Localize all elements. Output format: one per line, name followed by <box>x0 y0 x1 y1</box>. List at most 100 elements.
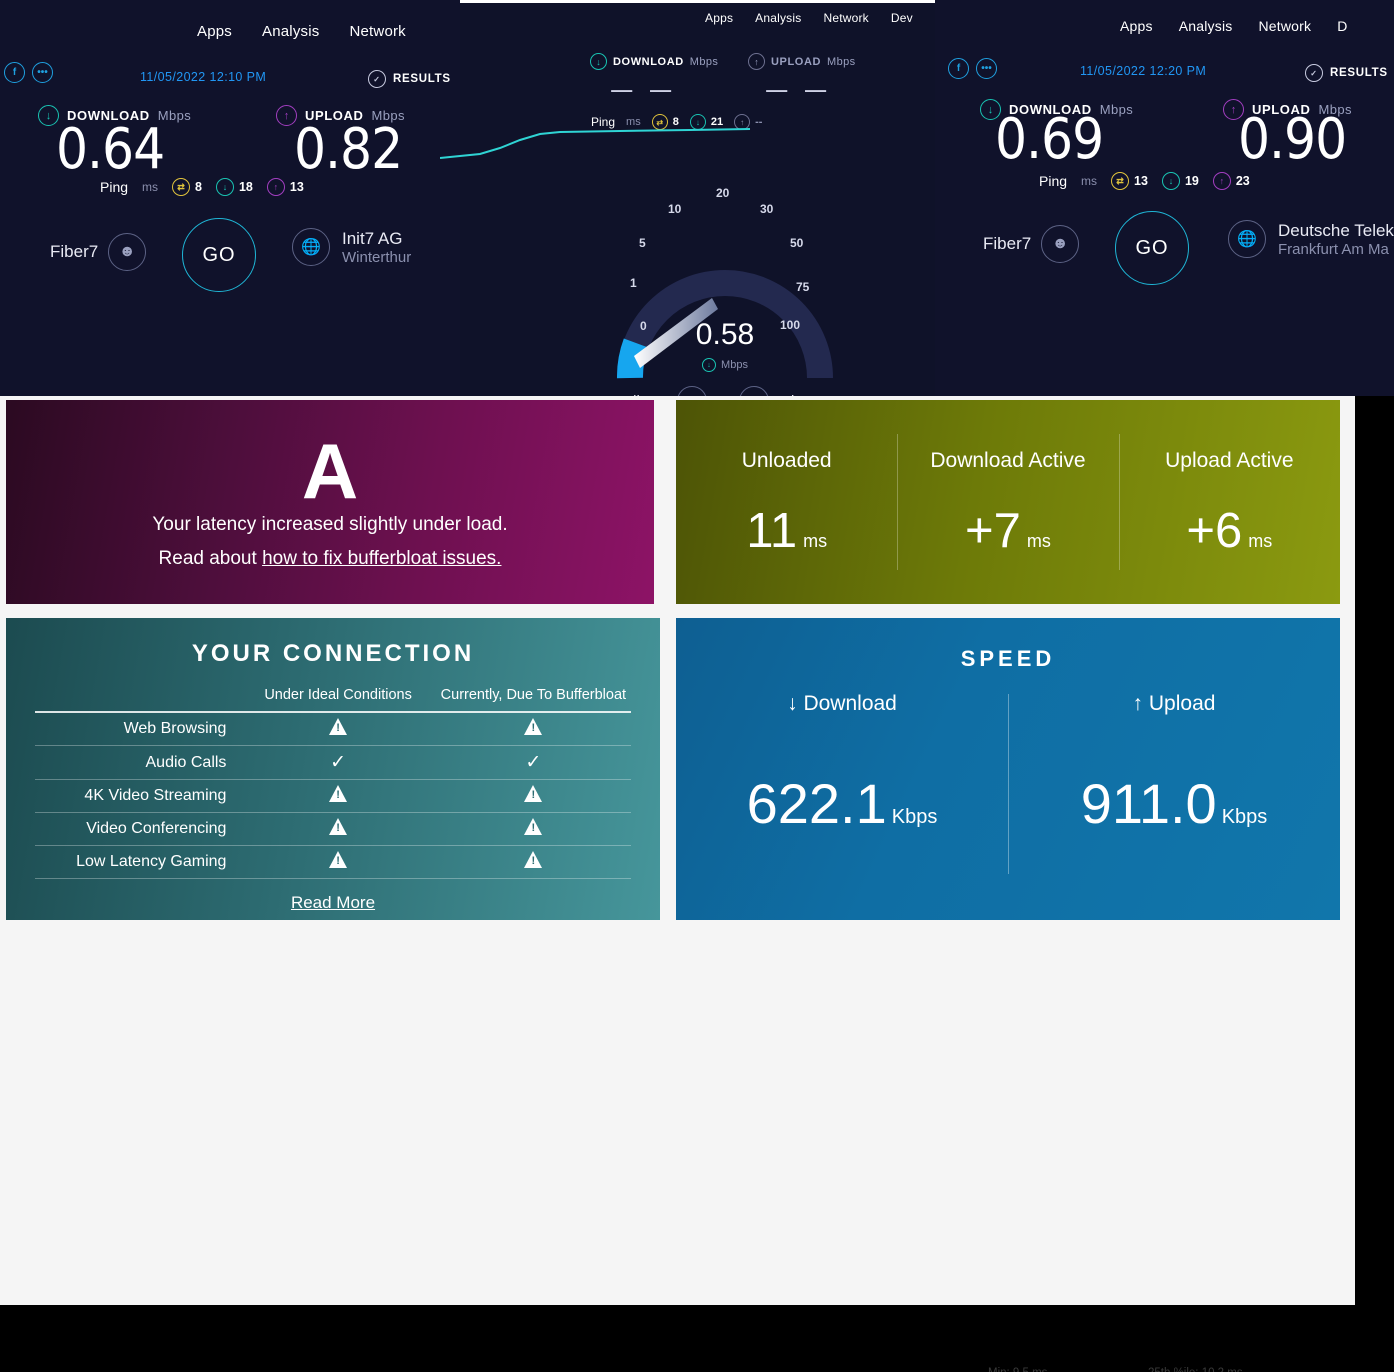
globe-icon: 🌐 <box>292 228 330 266</box>
read-more-link[interactable]: Read More <box>6 893 660 913</box>
speed-gauge: 0 1 5 10 20 30 50 75 100 <box>600 178 850 388</box>
latency-stats-right: 25th %ile: 10.2 ms75th %ile: 11 ms95th %… <box>1148 1364 1243 1372</box>
nav-left[interactable]: Apps Analysis Network <box>197 23 406 40</box>
nav-item-apps[interactable]: Apps <box>197 23 232 40</box>
connection-table-header-ideal: Under Ideal Conditions <box>264 687 412 703</box>
facebook-icon[interactable]: f <box>4 62 25 83</box>
table-row: Audio Calls ✓ ✓ <box>35 745 631 780</box>
download-label-middle: DOWNLOAD <box>613 55 684 68</box>
your-connection-card: YOUR CONNECTION Under Ideal Conditions C… <box>6 618 660 920</box>
nav-item-analysis-right[interactable]: Analysis <box>1179 18 1233 34</box>
server-block-left[interactable]: 🌐 Init7 AG Winterthur <box>292 228 411 266</box>
latency-col-upload: Upload Active +6 ms <box>1118 400 1340 604</box>
ping-download-right: ↓ 19 <box>1161 172 1199 190</box>
gauge-tick-10: 10 <box>668 202 682 216</box>
speedtest-window-right: Apps Analysis Network D f ••• 11/05/2022… <box>935 0 1394 396</box>
download-value-right: 0.69 <box>995 107 1104 172</box>
ping-unit-right: ms <box>1081 174 1098 188</box>
nav-item-analysis-middle[interactable]: Analysis <box>755 11 801 25</box>
gauge-unit-row: ↓ Mbps <box>600 358 850 372</box>
ping-idle-right: ⇄ 13 <box>1111 172 1148 190</box>
speed-col-download: ↓ Download 622.1 Kbps <box>676 692 1008 904</box>
ping-idle-left: ⇄ 8 <box>172 178 202 196</box>
user-icon-middle <box>676 386 707 396</box>
gauge-tick-20: 20 <box>716 186 730 200</box>
nav-item-network[interactable]: Network <box>349 23 405 40</box>
ping-download-left: ↓ 18 <box>215 178 253 196</box>
nav-item-dev-middle[interactable]: Dev <box>891 11 913 25</box>
ping-upload-left: ↑ 13 <box>266 178 304 196</box>
server-name-right: Deutsche Telek <box>1278 220 1394 240</box>
nav-item-network-middle[interactable]: Network <box>823 11 868 25</box>
bufferbloat-help-link[interactable]: how to fix bufferbloat issues. <box>262 548 501 569</box>
test-date-left: 11/05/2022 12:10 PM <box>140 70 267 84</box>
speed-card-title: SPEED <box>960 646 1056 671</box>
nav-item-apps-middle[interactable]: Apps <box>705 11 733 25</box>
more-options-icon[interactable]: ••• <box>32 62 53 83</box>
check-icon: ✓ <box>330 752 347 773</box>
results-button-right[interactable]: ✓ RESULTS <box>1305 64 1388 82</box>
isp-name-left: Fiber7 <box>50 242 99 261</box>
read-about-prefix: Read about <box>158 548 263 570</box>
latency-col-unloaded-label: Unloaded <box>741 448 832 472</box>
speed-download-label: ↓ Download <box>787 692 897 715</box>
nav-right[interactable]: Apps Analysis Network D <box>1120 18 1348 34</box>
more-options-icon-right[interactable]: ••• <box>976 58 997 79</box>
connection-row-label: Audio Calls <box>35 745 241 780</box>
idle-latency-icon-right: ⇄ <box>1111 172 1130 190</box>
bufferbloat-grade-card: A Your latency increased slightly under … <box>6 400 654 604</box>
nav-middle[interactable]: Apps Analysis Network Dev <box>705 11 913 25</box>
go-button-right[interactable]: GO <box>1115 211 1189 285</box>
ping-label-right: Ping <box>1039 173 1068 189</box>
connection-row-label: Web Browsing <box>35 712 241 746</box>
download-value-left: 0.64 <box>56 117 165 182</box>
ping-row-right: Ping ms ⇄ 13 ↓ 19 ↑ 23 <box>1039 172 1250 190</box>
nav-item-network-right[interactable]: Network <box>1258 18 1311 34</box>
connection-row-ideal <box>240 712 436 746</box>
go-label-left: GO <box>202 243 236 266</box>
screenshot-root: Apps Analysis Network f ••• 11/05/2022 1… <box>0 0 1394 1372</box>
download-arrow-icon-middle: ↓ <box>590 53 607 70</box>
connection-table-header-current: Currently, Due To Bufferbloat <box>440 687 627 703</box>
results-label-right: RESULTS <box>1330 67 1388 79</box>
connection-row-ideal <box>240 779 436 813</box>
upload-header-middle: ↑ UPLOAD Mbps <box>748 53 856 70</box>
upload-latency-icon: ↑ <box>266 178 285 196</box>
social-icons-left[interactable]: f ••• <box>4 62 53 83</box>
speedtest-window-strip: Apps Analysis Network f ••• 11/05/2022 1… <box>0 0 1394 396</box>
ping-row-left: Ping ms ⇄ 8 ↓ 18 ↑ 13 <box>100 178 304 196</box>
server-block-right[interactable]: 🌐 Deutsche Telek Frankfurt Am Ma <box>1228 220 1394 258</box>
nav-item-analysis[interactable]: Analysis <box>262 23 319 40</box>
isp-block-right[interactable]: Fiber7 ☻ <box>983 225 1080 263</box>
latency-col-download: Download Active +7 ms <box>897 400 1118 604</box>
connection-row-label: Video Conferencing <box>35 812 241 846</box>
your-connection-title: YOUR CONNECTION <box>191 640 475 667</box>
gauge-tick-75: 75 <box>796 280 810 294</box>
warning-icon <box>328 718 348 735</box>
social-icons-right[interactable]: f ••• <box>948 58 997 79</box>
gauge-value: 0.58 <box>695 318 755 351</box>
speed-download-value: 622.1 Kbps <box>746 772 938 835</box>
gauge-tick-1: 1 <box>630 276 637 290</box>
upload-value-left: 0.82 <box>294 117 403 182</box>
upload-value-middle: — — <box>765 75 832 105</box>
latency-col-download-value: +7 ms <box>965 503 1051 558</box>
upload-value-right: 0.90 <box>1238 107 1347 172</box>
isp-block-left[interactable]: Fiber7 ☻ <box>50 233 147 271</box>
speed-col-upload: ↑ Upload 911.0 Kbps <box>1008 692 1340 904</box>
latency-sparkline <box>440 128 750 159</box>
nav-item-dev-right[interactable]: D <box>1337 18 1347 34</box>
latency-col-unloaded: Unloaded 11 ms <box>676 400 897 604</box>
gauge-tick-50: 50 <box>790 236 804 250</box>
results-button-left[interactable]: ✓ RESULTS <box>368 70 451 88</box>
globe-icon-middle <box>738 386 769 396</box>
globe-icon-right: 🌐 <box>1228 220 1266 258</box>
latency-col-upload-value: +6 ms <box>1186 503 1273 558</box>
facebook-icon-right[interactable]: f <box>948 58 969 79</box>
latency-row: UnloadedMin: 9.5 msMedian: 10.6 msMax: 1… <box>0 1336 1355 1372</box>
connection-row-ideal <box>240 845 436 879</box>
check-circle-icon-right: ✓ <box>1305 64 1323 82</box>
nav-item-apps-right[interactable]: Apps <box>1120 18 1153 34</box>
warning-icon <box>523 785 543 802</box>
go-button-left[interactable]: GO <box>182 218 256 292</box>
